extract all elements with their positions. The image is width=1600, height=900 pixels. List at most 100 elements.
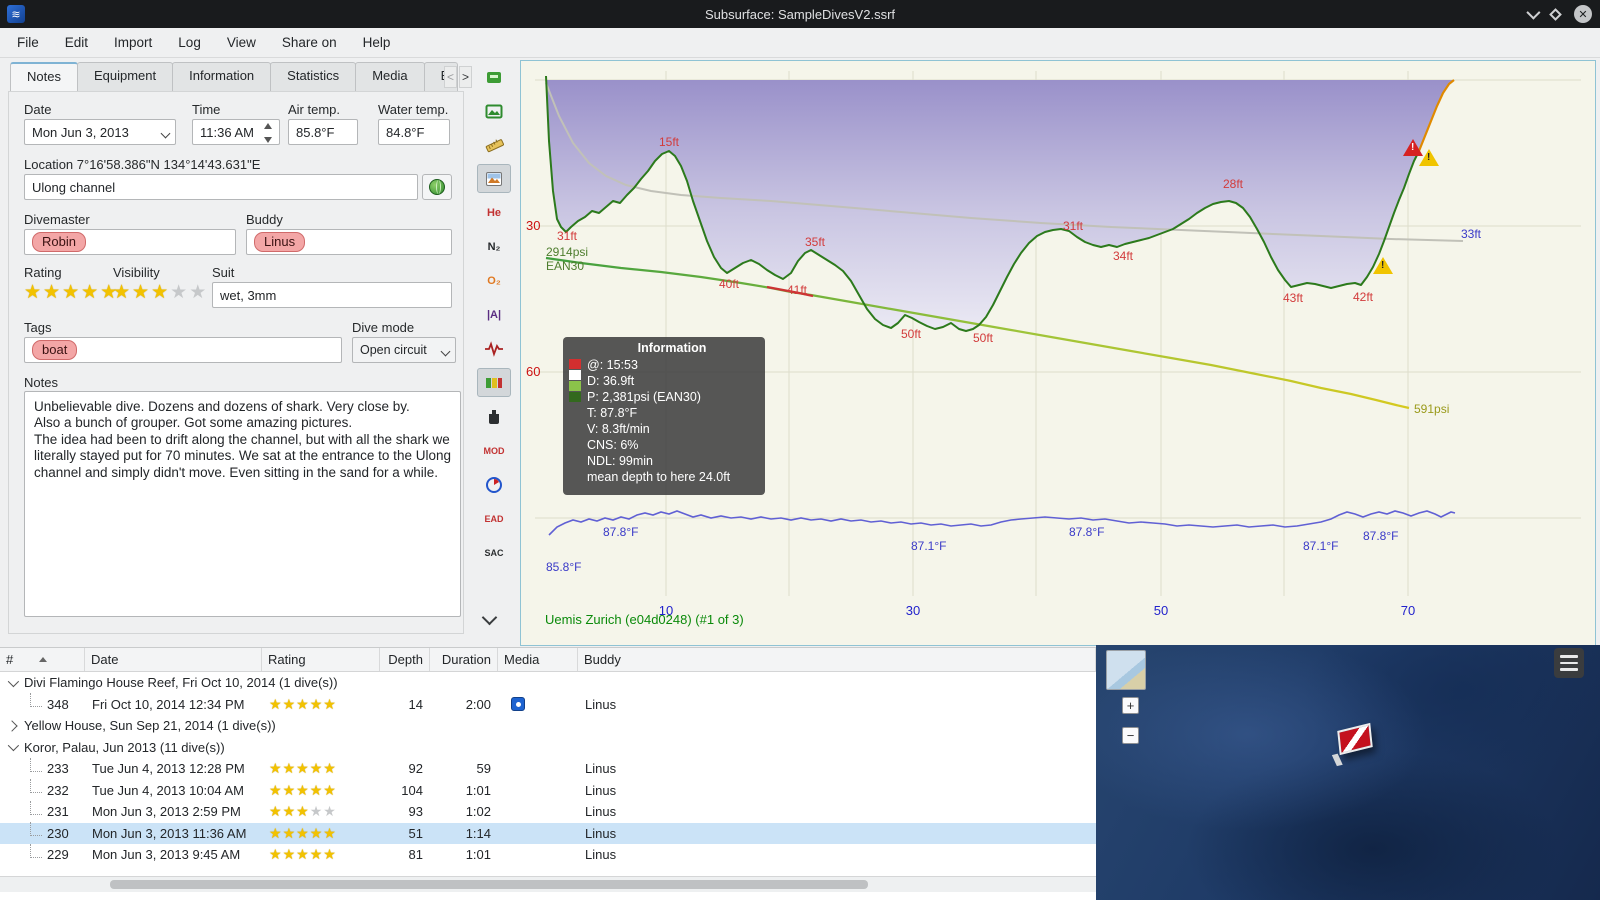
column-buddy[interactable]: Buddy <box>578 648 1096 671</box>
close-button[interactable]: ✕ <box>1574 5 1592 23</box>
dive-row[interactable]: 229 Mon Jun 3, 2013 9:45 AM ★★★★★ 81 1:0… <box>0 843 1096 866</box>
titlebar[interactable]: ≋ Subsurface: SampleDivesV2.ssrf ✕ <box>0 0 1600 28</box>
map-menu-button[interactable] <box>1554 648 1584 678</box>
trip-row[interactable]: Divi Flamingo House Reef, Fri Oct 10, 20… <box>0 672 1096 694</box>
menubar: File Edit Import Log View Share on Help <box>0 28 1600 58</box>
dive-date: Mon Jun 3, 2013 9:45 AM <box>92 847 241 863</box>
dive-number: 233 <box>47 761 69 777</box>
map-zoom-in-button[interactable]: + <box>1122 697 1139 714</box>
maximize-button[interactable] <box>1549 7 1562 21</box>
dive-mode-select[interactable]: Open circuit <box>352 337 456 363</box>
date-select[interactable]: Mon Jun 3, 2013 <box>24 119 176 145</box>
expander-closed-icon[interactable] <box>6 720 18 732</box>
visibility-stars[interactable]: ★★★★★ <box>113 283 208 302</box>
dive-site-map[interactable]: + − <box>1096 645 1600 900</box>
dive-row[interactable]: 233 Tue Jun 4, 2013 12:28 PM ★★★★★ 92 59… <box>0 757 1096 780</box>
column-duration[interactable]: Duration <box>430 648 498 671</box>
tree-branch-icon <box>30 843 42 858</box>
menu-import[interactable]: Import <box>101 31 165 54</box>
ink-toggle-button[interactable] <box>477 402 511 431</box>
column-date[interactable]: Date <box>85 648 262 671</box>
rating-stars[interactable]: ★★★★★ <box>24 283 119 302</box>
dive-list-header: # Date Rating Depth Duration Media Buddy <box>0 648 1096 672</box>
depth-axis-tick: 60 <box>526 364 541 379</box>
dive-row[interactable]: 348 Fri Oct 10, 2014 12:34 PM ★★★★★ 14 2… <box>0 693 1096 716</box>
heart-rate-toggle-button[interactable] <box>477 334 511 363</box>
air-temp-field[interactable]: 85.8°F <box>288 119 358 145</box>
dive-list-hscrollbar[interactable] <box>0 876 1096 892</box>
geolocation-button[interactable] <box>422 174 452 200</box>
tags-input[interactable]: boat <box>24 337 342 363</box>
tab-statistics[interactable]: Statistics <box>270 62 357 92</box>
toolbar-collapse-icon[interactable] <box>481 609 498 626</box>
dive-row[interactable]: 231 Mon Jun 3, 2013 2:59 PM ★★★★★ 93 1:0… <box>0 800 1096 823</box>
photos-toggle-button[interactable] <box>477 96 511 125</box>
tab-media[interactable]: Media <box>355 62 425 92</box>
dive-flag-marker[interactable] <box>1337 722 1373 756</box>
menu-log[interactable]: Log <box>165 31 214 54</box>
trip-label: Divi Flamingo House Reef, Fri Oct 10, 20… <box>24 675 338 691</box>
dive-profile-chart[interactable]: 30 60 10 30 50 70 31ft 15ft 40ft 41ft 35… <box>520 60 1596 646</box>
date-value: Mon Jun 3, 2013 <box>32 124 129 140</box>
ead-toggle-button[interactable]: EAD <box>477 504 511 533</box>
info-tabbar: Notes Equipment Information Statistics M… <box>10 62 458 92</box>
start-pressure-label: 2914psi <box>546 245 589 259</box>
column-depth[interactable]: Depth <box>380 648 430 671</box>
tab-equipment[interactable]: Equipment <box>76 62 174 92</box>
trip-label: Yellow House, Sun Sep 21, 2014 (1 dive(s… <box>24 718 276 734</box>
expander-open-icon[interactable] <box>7 675 20 687</box>
dive-mode-toggle-button[interactable] <box>477 62 511 91</box>
tank-bar-toggle-button[interactable] <box>477 368 511 397</box>
oxygen-graph-button[interactable]: O₂ <box>477 266 511 295</box>
menu-view[interactable]: View <box>214 31 269 54</box>
ceiling-toggle-button[interactable]: |A| <box>477 300 511 329</box>
column-number[interactable]: # <box>0 648 85 671</box>
tab-scroll-left-icon[interactable]: < <box>444 66 457 88</box>
media-present-icon[interactable] <box>511 697 525 712</box>
minimize-button[interactable] <box>1526 5 1541 20</box>
notes-textarea[interactable]: Unbelievable dive. Dozens and dozens of … <box>24 391 461 617</box>
trip-row[interactable]: Yellow House, Sun Sep 21, 2014 (1 dive(s… <box>0 715 1096 737</box>
tab-notes[interactable]: Notes <box>10 62 78 92</box>
menu-help[interactable]: Help <box>350 31 404 54</box>
divemaster-input[interactable]: Robin <box>24 229 236 255</box>
show-pictures-toggle-button[interactable] <box>477 164 511 193</box>
water-temp-field[interactable]: 84.8°F <box>378 119 450 145</box>
time-label: Time <box>192 102 221 117</box>
nitrogen-graph-button[interactable]: N₂ <box>477 232 511 261</box>
sac-toggle-button[interactable]: SAC <box>477 538 511 567</box>
location-value: Ulong channel <box>32 179 116 195</box>
ruler-icon[interactable] <box>477 130 511 159</box>
dive-number: 231 <box>47 804 69 820</box>
time-stepper[interactable]: 11:36 AM <box>192 119 280 145</box>
trip-row[interactable]: Koror, Palau, Jun 2013 (11 dive(s)) <box>0 737 1096 759</box>
buddy-chip[interactable]: Linus <box>254 232 306 252</box>
spinner-arrows-icon[interactable] <box>264 123 276 143</box>
tab-information[interactable]: Information <box>172 62 272 92</box>
helium-graph-button[interactable]: He <box>477 198 511 227</box>
depth-label: 50ft <box>901 327 922 341</box>
expander-open-icon[interactable] <box>7 740 20 752</box>
scrollbar-handle[interactable] <box>110 880 868 889</box>
column-rating[interactable]: Rating <box>262 648 380 671</box>
map-zoom-out-button[interactable]: − <box>1122 727 1139 744</box>
tag-chip[interactable]: boat <box>32 340 78 360</box>
menu-file[interactable]: File <box>4 31 52 54</box>
mod-toggle-button[interactable]: MOD <box>477 436 511 465</box>
dive-buddy: Linus <box>585 761 617 777</box>
map-overview-thumbnail[interactable] <box>1106 650 1146 690</box>
dive-number: 230 <box>47 825 69 841</box>
buddy-input[interactable]: Linus <box>246 229 452 255</box>
ndl-toggle-button[interactable] <box>477 470 511 499</box>
divemaster-chip[interactable]: Robin <box>32 232 86 252</box>
info-depth: D: 36.9ft <box>587 374 635 388</box>
dive-row-selected[interactable]: 230 Mon Jun 3, 2013 11:36 AM ★★★★★ 51 1:… <box>0 822 1096 844</box>
location-input[interactable]: Ulong channel <box>24 174 418 200</box>
water-temp-label: Water temp. <box>378 102 449 117</box>
dive-row[interactable]: 232 Tue Jun 4, 2013 10:04 AM ★★★★★ 104 1… <box>0 779 1096 802</box>
menu-share-on[interactable]: Share on <box>269 31 350 54</box>
info-ndl: NDL: 99min <box>587 454 653 468</box>
column-media[interactable]: Media <box>498 648 578 671</box>
suit-input[interactable]: wet, 3mm <box>212 282 452 308</box>
menu-edit[interactable]: Edit <box>52 31 101 54</box>
